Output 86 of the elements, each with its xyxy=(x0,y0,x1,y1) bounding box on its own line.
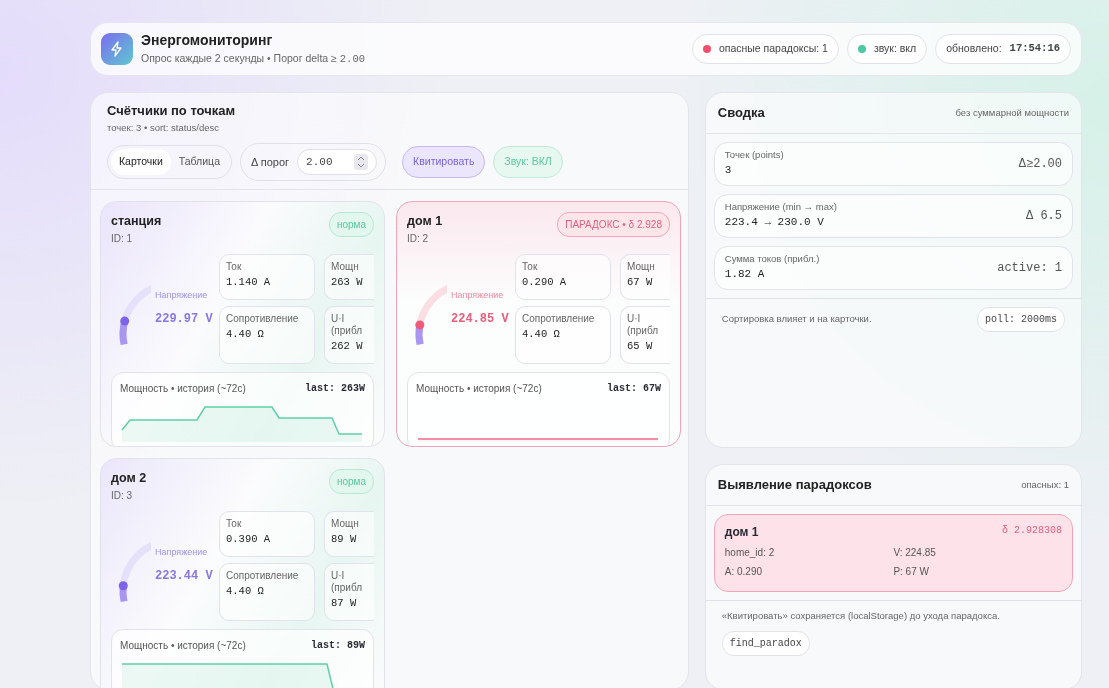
metric-label: Мощн xyxy=(331,260,360,273)
paradox-field: A: 0.290 xyxy=(724,565,763,577)
panel-title: Счётчики по точкам xyxy=(107,102,237,120)
metric-label: Ток xyxy=(226,260,243,273)
app-subtitle: Опрос каждые 2 секунды • Порог delta ≥ 2.00 xyxy=(141,51,365,68)
poll-tag: poll: 2000ms xyxy=(977,306,1065,332)
status-text: опасные парадоксы: 1 xyxy=(718,41,828,57)
time-value: 17:54:16 xyxy=(1009,41,1060,57)
summary-label: Напряжение (min → max) xyxy=(724,200,837,215)
summary-aside: active: 1 xyxy=(997,259,1062,277)
panel-subtitle: точек: 3 • sort: status/desc xyxy=(107,120,221,135)
summary-label: Сумма токов (прибл.) xyxy=(724,252,820,267)
gauge-knob xyxy=(120,316,130,326)
last-value: last: 67W xyxy=(607,381,661,396)
metric-value: 263 W xyxy=(331,274,364,290)
gauge-knob xyxy=(415,319,425,329)
metric-label: Сопротивление xyxy=(226,569,300,582)
history-label: Мощность • история (~72с) xyxy=(120,381,246,396)
paradox-field: home_id: 2 xyxy=(724,546,775,558)
footer-note: Сортировка влияет и на карточки. xyxy=(721,311,872,326)
metric-label: Сопротивление xyxy=(226,312,300,325)
spinner-icon[interactable] xyxy=(354,153,369,170)
status-badge: ПАРАДОКС • δ 2.928 xyxy=(557,211,670,237)
view-tab[interactable]: Таблица xyxy=(170,148,228,175)
metric-value: 65 W xyxy=(627,338,654,354)
gauge-label: Напряжение xyxy=(155,288,209,302)
voltage-value: 229.97 V xyxy=(155,311,213,329)
voltage-value: 223.44 V xyxy=(155,568,213,586)
function-tag: find_paradox xyxy=(721,630,810,656)
panel-title: Выявление парадоксов xyxy=(717,476,872,494)
status-badge: норма xyxy=(328,211,374,237)
meter-name: дом 2 xyxy=(111,469,147,487)
paradox-field: P: 67 W xyxy=(893,565,929,577)
paradox-count: опасных: 1 xyxy=(1021,477,1069,492)
threshold-field[interactable]: 2.00 xyxy=(297,148,378,175)
view-tab[interactable]: Карточки xyxy=(111,148,171,175)
summary-label: Точек (points) xyxy=(724,148,784,163)
meter-name: дом 1 xyxy=(407,212,443,230)
history-label: Мощность • история (~72с) xyxy=(120,638,246,653)
panel-note: без суммарной мощности xyxy=(955,105,1069,120)
threshold-label: Δ порог xyxy=(250,154,290,170)
paradox-note: «Квитировать» сохраняется (localStorage) до ухода парадокса. xyxy=(721,608,1001,623)
metric-label: U·I (прибл xyxy=(331,312,363,337)
metric-label: Ток xyxy=(226,517,243,530)
meter-name: станция xyxy=(111,212,162,230)
gauge-label: Напряжение xyxy=(451,288,505,302)
metric-value: 0.290 A xyxy=(522,274,568,290)
gauge-knob xyxy=(118,580,128,590)
metric-value: 1.140 A xyxy=(226,274,272,290)
status-badge: норма xyxy=(328,468,374,494)
metric-label: U·I (прибл xyxy=(331,569,363,594)
paradox-delta: δ 2.928308 xyxy=(1002,523,1062,538)
panel-title: Сводка xyxy=(717,104,765,122)
paradox-name: дом 1 xyxy=(724,523,759,541)
voltage-value: 224.85 V xyxy=(451,311,509,329)
metric-value: 89 W xyxy=(331,531,358,547)
summary-value: 3 xyxy=(724,163,733,179)
status-text: звук: вкл xyxy=(873,41,917,57)
summary-value: 1.82 A xyxy=(724,267,766,283)
metric-value: 0.390 A xyxy=(226,531,272,547)
meter-id: ID: 2 xyxy=(407,231,430,246)
last-value: last: 89W xyxy=(311,638,365,653)
metric-label: Ток xyxy=(522,260,539,273)
metric-value: 262 W xyxy=(331,338,364,354)
meter-id: ID: 1 xyxy=(111,231,134,246)
metric-value: 4.40 Ω xyxy=(226,326,265,342)
paradox-field: V: 224.85 xyxy=(893,546,936,558)
summary-aside: Δ≥2.00 xyxy=(1018,155,1062,173)
metric-label: Мощн xyxy=(627,260,656,273)
metric-value: 87 W xyxy=(331,595,358,611)
acknowledge-button[interactable]: Квитировать xyxy=(402,145,486,178)
metric-label: Мощн xyxy=(331,517,360,530)
metric-label: Сопротивление xyxy=(522,312,596,325)
metric-label: U·I (прибл xyxy=(627,312,659,337)
meter-id: ID: 3 xyxy=(111,488,134,503)
metric-value: 4.40 Ω xyxy=(522,326,561,342)
summary-value: 223.4 → 230.0 V xyxy=(724,215,825,231)
metric-value: 67 W xyxy=(627,274,654,290)
lightning-icon xyxy=(101,33,133,65)
history-label: Мощность • история (~72с) xyxy=(416,381,542,396)
summary-aside: Δ 6.5 xyxy=(1026,207,1062,225)
status-label: обновлено: xyxy=(946,41,1002,57)
app-title: Энергомониторинг xyxy=(141,31,274,51)
metric-value: 4.40 Ω xyxy=(226,583,265,599)
last-value: last: 263W xyxy=(305,381,365,396)
gauge-label: Напряжение xyxy=(155,545,209,559)
